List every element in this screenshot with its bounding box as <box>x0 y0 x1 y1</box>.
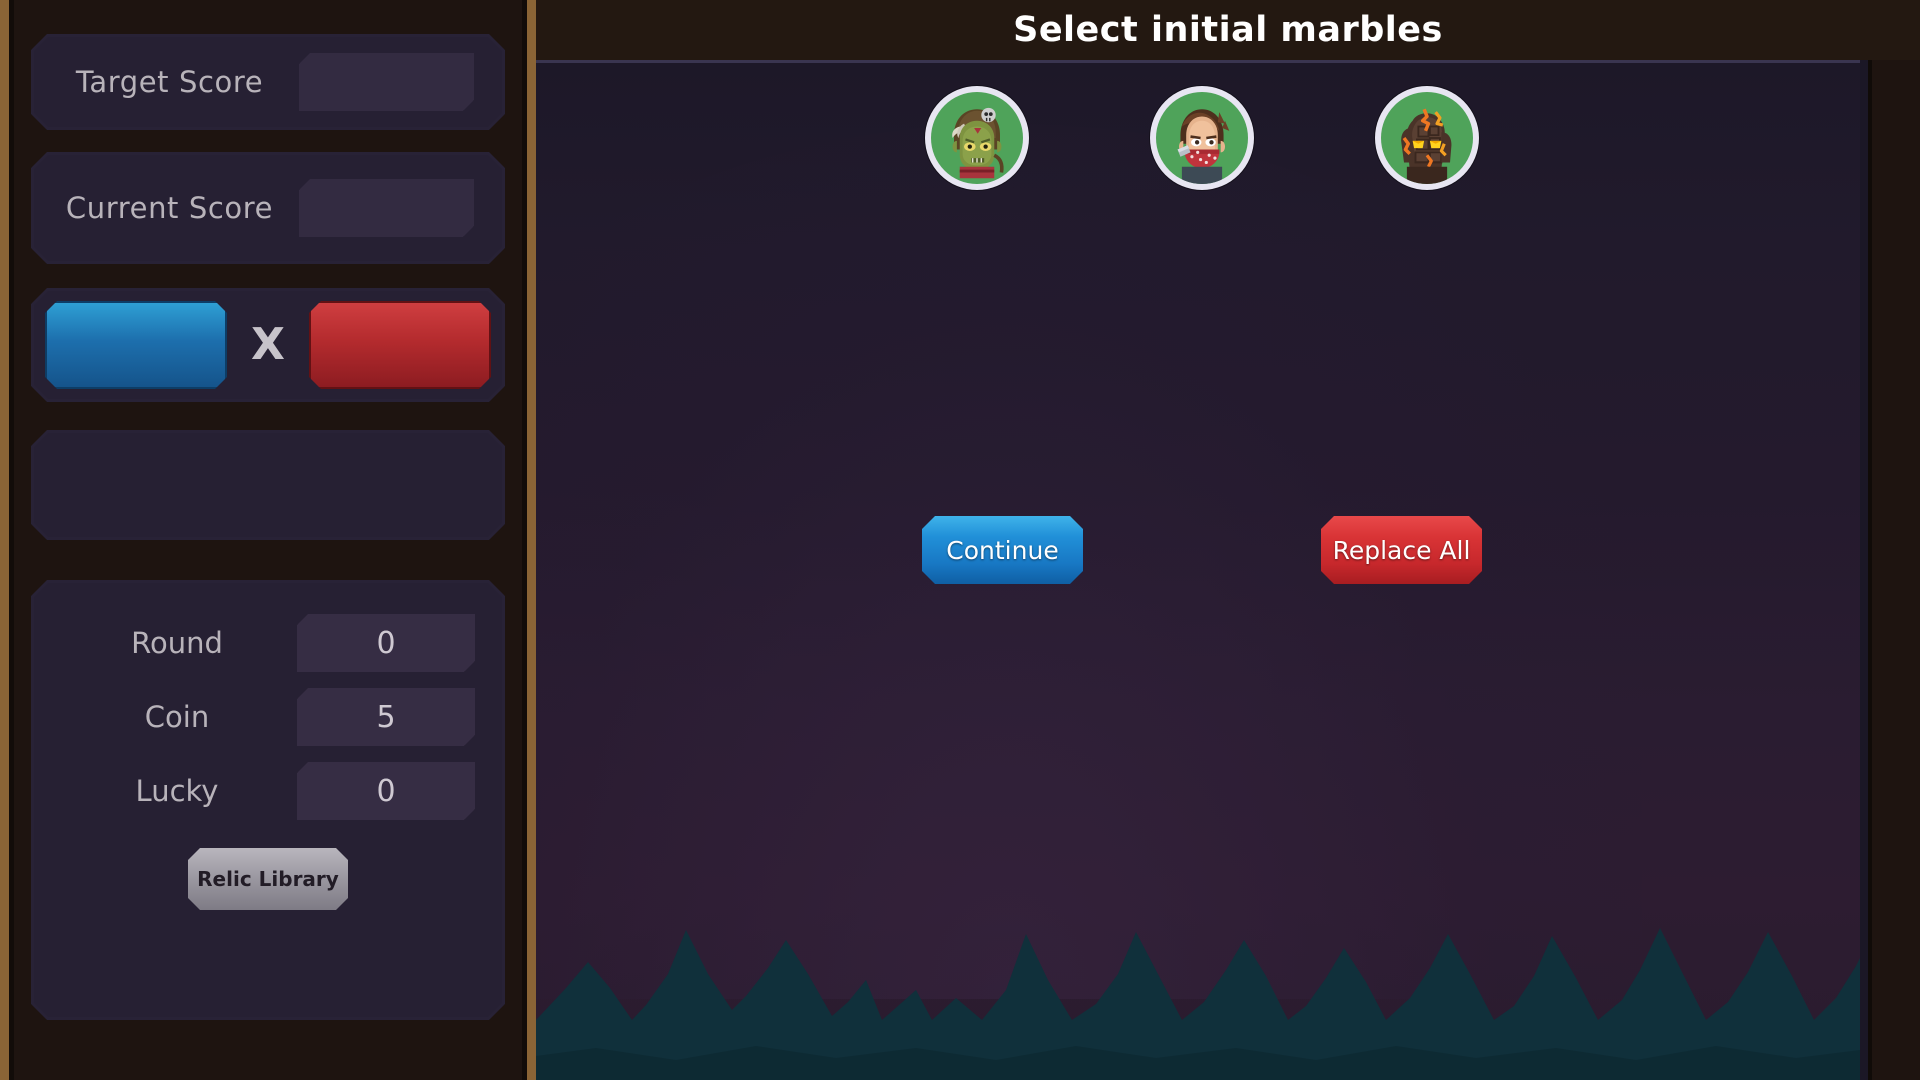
bandit-red-bandana-marble[interactable] <box>1150 86 1254 190</box>
selection-stage: Continue Replace All <box>536 60 1868 1080</box>
marble-disc <box>1156 92 1248 184</box>
rock-golem-character-icon <box>1401 108 1452 184</box>
main-area: Select initial marbles Continue Replace … <box>536 0 1920 1080</box>
target-score-panel: Target Score <box>31 34 505 130</box>
target-score-label: Target Score <box>75 64 264 99</box>
relic-library-button[interactable]: Relic Library <box>188 848 348 910</box>
multiplier-chip[interactable] <box>309 301 491 389</box>
right-frame-rail <box>1860 60 1920 1080</box>
lucky-value: 0 <box>297 762 475 820</box>
panel-inner-surface <box>34 433 502 537</box>
action-buttons-row: Continue Replace All <box>536 516 1868 584</box>
bandit-character-icon <box>1177 109 1230 184</box>
current-score-label: Current Score <box>65 190 274 225</box>
round-value: 0 <box>297 614 475 672</box>
base-score-chip[interactable] <box>45 301 227 389</box>
page-title: Select initial marbles <box>1013 10 1443 50</box>
marble-disc <box>1381 92 1473 184</box>
stats-panel: Round 0 Coin 5 Lucky 0 Relic Library <box>31 580 505 1020</box>
coin-value: 5 <box>297 688 475 746</box>
continue-button[interactable]: Continue <box>922 516 1083 584</box>
relic-slots-panel[interactable] <box>31 430 505 540</box>
game-window: Target Score Current Score X Round 0 Coi… <box>0 0 1920 1080</box>
orc-character-icon <box>952 107 1004 179</box>
current-score-panel: Current Score <box>31 152 505 264</box>
marble-disc <box>931 92 1023 184</box>
replace-all-button[interactable]: Replace All <box>1321 516 1482 584</box>
multiplier-panel: X <box>31 288 505 402</box>
left-sidebar: Target Score Current Score X Round 0 Coi… <box>0 0 536 1080</box>
round-label: Round <box>131 626 223 660</box>
lucky-label: Lucky <box>135 774 219 808</box>
stat-row-coin: Coin 5 <box>57 688 479 746</box>
magma-rock-golem-marble[interactable] <box>1375 86 1479 190</box>
orc-skull-helmet-marble[interactable] <box>925 86 1029 190</box>
title-bar: Select initial marbles <box>536 0 1920 60</box>
target-score-value <box>299 53 474 111</box>
current-score-value <box>299 179 474 237</box>
stat-row-lucky: Lucky 0 <box>57 762 479 820</box>
forest-silhouette-background <box>536 928 1868 1080</box>
multiply-symbol: X <box>251 319 285 370</box>
coin-label: Coin <box>144 700 210 734</box>
marble-options-row <box>536 86 1868 190</box>
stat-row-round: Round 0 <box>57 614 479 672</box>
